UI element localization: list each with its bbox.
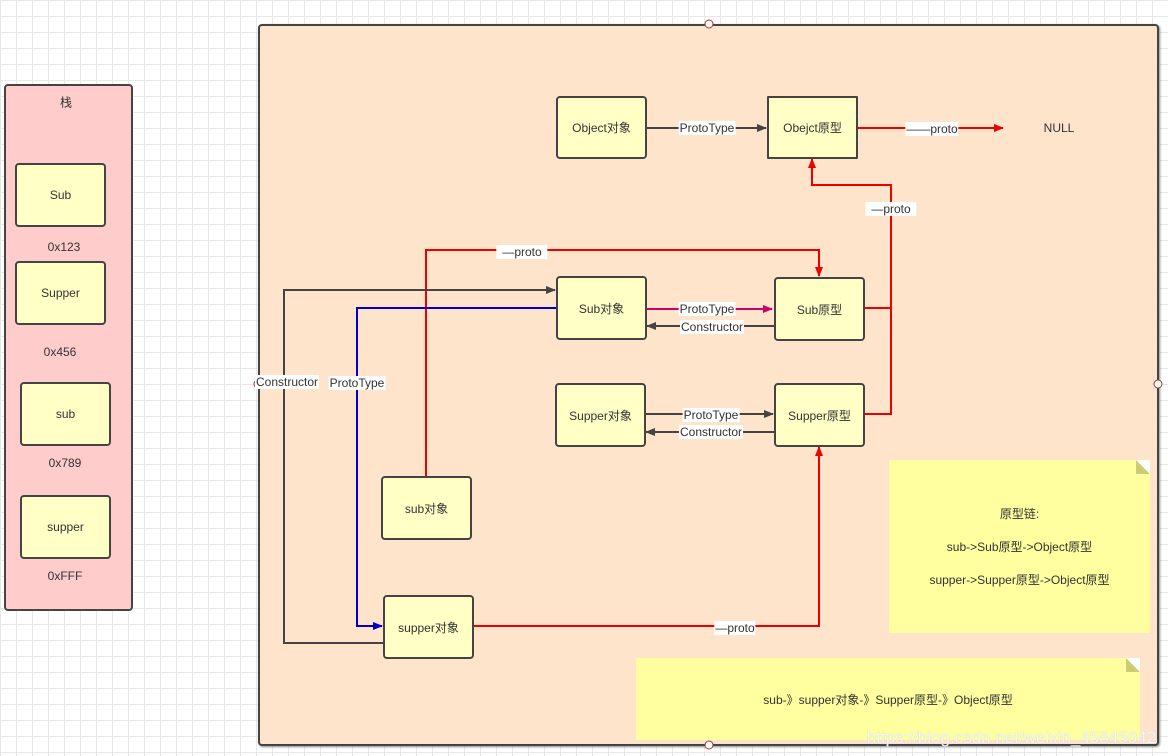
edge-label: —proto [714,621,756,635]
edge-label: —proto [496,245,548,259]
edge-sub-to-supper-prototype [356,307,556,630]
edge-label: ProtoType [678,121,736,135]
edge-label: ProtoType [682,408,740,422]
note-line: sub->Sub原型->Object原型 [946,540,1093,554]
node-sub-proto[interactable]: Sub原型 [774,277,865,341]
edge-label: ProtoType [678,302,736,316]
edge-label: Constructor [678,425,744,439]
edge-supper-proto-to-object [864,300,892,415]
note-prototype-chain[interactable]: 原型链: sub->Sub原型->Object原型 supper->Supper… [889,460,1150,633]
note-fold-icon [1126,658,1140,672]
edge-supper-inst-constructor [283,286,556,644]
note-line: sub-》supper对象-》Supper原型-》Object原型 [763,692,1013,707]
edge-supper-inst-proto [473,446,823,627]
note-fold-icon [1136,460,1150,474]
note-line: supper->Supper原型->Object原型 [929,573,1110,587]
edge-label: Constructor [254,375,320,389]
edge-label: ProtoType [328,376,386,390]
node-object-proto[interactable]: Obejct原型 [767,96,858,159]
watermark: https://blog.csdn.net/weixin_45845042 [866,728,1156,747]
node-supper-obj[interactable]: Supper对象 [555,383,646,447]
node-sub-inst[interactable]: sub对象 [381,476,472,540]
node-sub-obj[interactable]: Sub对象 [556,276,647,340]
note-title: 原型链: [999,507,1040,521]
node-null: NULL [1043,121,1075,135]
edge-label: —proto [865,202,917,216]
node-supper-proto[interactable]: Supper原型 [774,383,865,447]
node-supper-inst[interactable]: supper对象 [383,595,474,659]
edge-label: ——proto [905,122,959,136]
node-object-obj[interactable]: Object对象 [556,96,647,159]
edge-label: Constructor [679,320,745,334]
